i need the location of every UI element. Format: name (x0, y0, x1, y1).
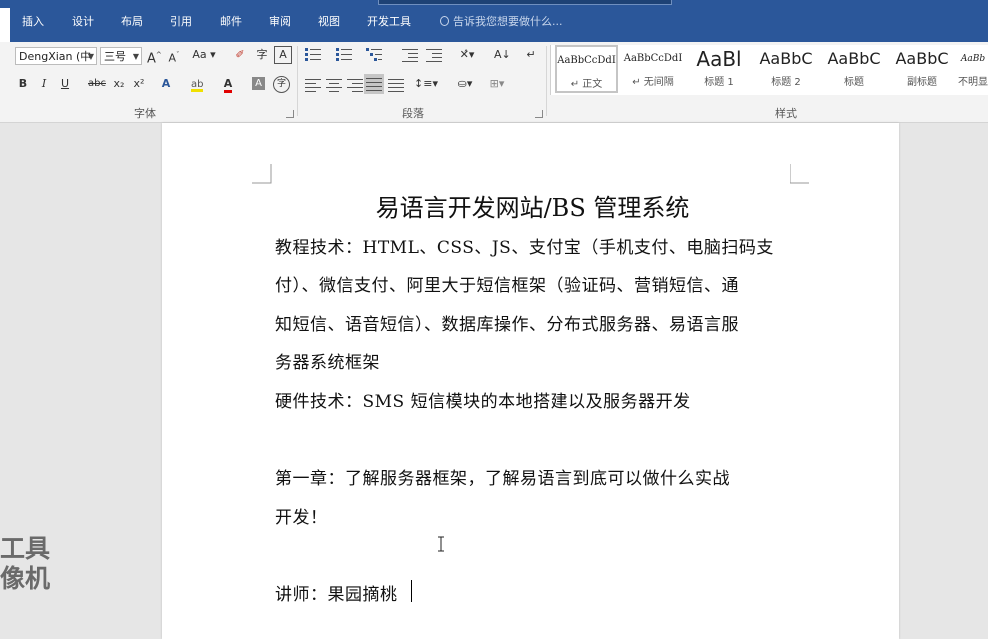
strikethrough-button[interactable]: abc (87, 74, 107, 94)
paragraph-group-label: 段落 (402, 107, 424, 120)
lightbulb-icon (440, 16, 449, 26)
superscript-button[interactable]: x² (131, 74, 147, 94)
body-line: 第一章：了解服务器框架，了解易语言到底可以做什么实战 (275, 469, 730, 489)
clear-format-icon[interactable]: ✐ (232, 45, 248, 65)
phonetic-guide-icon[interactable]: 字 (254, 45, 270, 65)
line-spacing-icon[interactable]: ↕≡▾ (414, 74, 438, 94)
ribbon-tab-bar: 插入 设计 布局 引用 邮件 审阅 视图 开发工具 告诉我您想要做什么... (0, 0, 988, 42)
document-title: 易语言开发网站/BS 管理系统 (375, 194, 690, 222)
align-right-icon[interactable] (347, 79, 363, 92)
highlight-color-icon[interactable]: ab (188, 74, 206, 94)
distributed-icon[interactable] (388, 79, 404, 92)
font-dialog-launcher-icon[interactable] (286, 110, 294, 118)
body-line: 开发！ (275, 508, 328, 528)
style-normal[interactable]: AaBbCcDdI ↵ 正文 (555, 45, 618, 93)
borders-icon[interactable]: ⊞▾ (485, 74, 509, 94)
body-line: 讲师：果园摘桃 (275, 585, 398, 605)
decrease-indent-icon[interactable] (402, 48, 420, 62)
shrink-font-button[interactable]: Aˇ (167, 45, 181, 65)
tab-view[interactable]: 视图 (318, 13, 340, 29)
bullets-icon[interactable] (305, 48, 323, 62)
chevron-down-icon: ▼ (87, 52, 94, 61)
asian-layout-icon[interactable]: ✕̂▾ (455, 45, 479, 65)
tab-layout[interactable]: 布局 (121, 13, 143, 29)
file-tab-edge[interactable] (0, 8, 10, 42)
title-bar-box (378, 0, 672, 5)
char-border-icon[interactable]: A (274, 46, 292, 64)
align-center-icon[interactable] (326, 79, 342, 92)
change-case-button[interactable]: Aa ▾ (192, 45, 216, 65)
style-subtle-emphasis[interactable]: AaBb 不明显 (957, 45, 988, 93)
style-no-spacing[interactable]: AaBbCcDdI ↵ 无间隔 (621, 45, 685, 93)
increase-indent-icon[interactable] (426, 48, 444, 62)
show-marks-icon[interactable]: ↵ (524, 45, 538, 65)
font-group-label: 字体 (134, 107, 156, 120)
font-color-icon[interactable]: A (221, 74, 235, 94)
grow-font-button[interactable]: A^ (147, 45, 162, 66)
styles-gallery: AaBbCcDdI ↵ 正文 AaBbCcDdI ↵ 无间隔 AaBl 标题 1 Aa… (550, 45, 988, 95)
tab-developer[interactable]: 开发工具 (367, 13, 411, 29)
tell-me-text: 告诉我您想要做什么... (453, 15, 563, 28)
bold-button[interactable]: B (16, 74, 30, 94)
font-size-value: 三号 (104, 50, 126, 63)
tab-design[interactable]: 设计 (72, 13, 94, 29)
styles-group-label: 样式 (775, 107, 797, 120)
multilevel-list-icon[interactable] (366, 48, 384, 62)
body-line: 硬件技术：SMS 短信模块的本地搭建以及服务器开发 (275, 392, 691, 412)
enclose-char-icon[interactable]: 字 (273, 76, 290, 93)
tab-mailings[interactable]: 邮件 (220, 13, 242, 29)
numbering-icon[interactable] (336, 48, 354, 62)
font-size-combo[interactable]: 三号 ▼ (100, 47, 142, 65)
shading-icon[interactable]: ⛀▾ (453, 74, 477, 94)
crop-mark-top-left (252, 164, 272, 184)
italic-button[interactable]: I (37, 74, 51, 94)
ibeam-cursor-icon (438, 536, 444, 552)
style-title[interactable]: AaBbC 标题 (821, 45, 887, 93)
body-line: 付）、微信支付、阿里大于短信框架（验证码、营销短信、通 (275, 276, 739, 296)
font-name-combo[interactable]: DengXian (中 ▼ (15, 47, 97, 65)
char-shading-icon[interactable]: A (252, 77, 265, 90)
watermark: 工具 像机 (0, 534, 50, 594)
crop-mark-top-right (790, 164, 809, 184)
separator (546, 46, 547, 116)
subscript-button[interactable]: x₂ (111, 74, 127, 94)
watermark-line: 像机 (0, 564, 51, 593)
paragraph-dialog-launcher-icon[interactable] (535, 110, 543, 118)
tab-insert[interactable]: 插入 (22, 13, 44, 29)
separator (297, 46, 298, 116)
font-name-value: DengXian (中 (19, 50, 92, 63)
text-effects-icon[interactable]: A (159, 74, 173, 94)
style-heading-2[interactable]: AaBbC 标题 2 (753, 45, 819, 93)
tab-review[interactable]: 审阅 (269, 13, 291, 29)
watermark-line: 工具 (0, 534, 51, 563)
underline-button[interactable]: U (58, 74, 72, 94)
style-heading-1[interactable]: AaBl 标题 1 (687, 45, 751, 93)
body-line: 知短信、语音短信）、数据库操作、分布式服务器、易语言服 (275, 315, 739, 335)
align-left-icon[interactable] (305, 79, 321, 92)
justify-button[interactable] (364, 74, 384, 94)
sort-icon[interactable]: A↓ (494, 45, 511, 65)
tab-references[interactable]: 引用 (170, 13, 192, 29)
body-line: 务器系统框架 (275, 353, 380, 373)
text-caret (411, 580, 412, 602)
body-line: 教程技术：HTML、CSS、JS、支付宝（手机支付、电脑扫码支 (275, 238, 774, 258)
tell-me-box[interactable]: 告诉我您想要做什么... (440, 13, 563, 29)
chevron-down-icon: ▼ (132, 52, 139, 61)
style-subtitle[interactable]: AaBbC 副标题 (889, 45, 955, 93)
